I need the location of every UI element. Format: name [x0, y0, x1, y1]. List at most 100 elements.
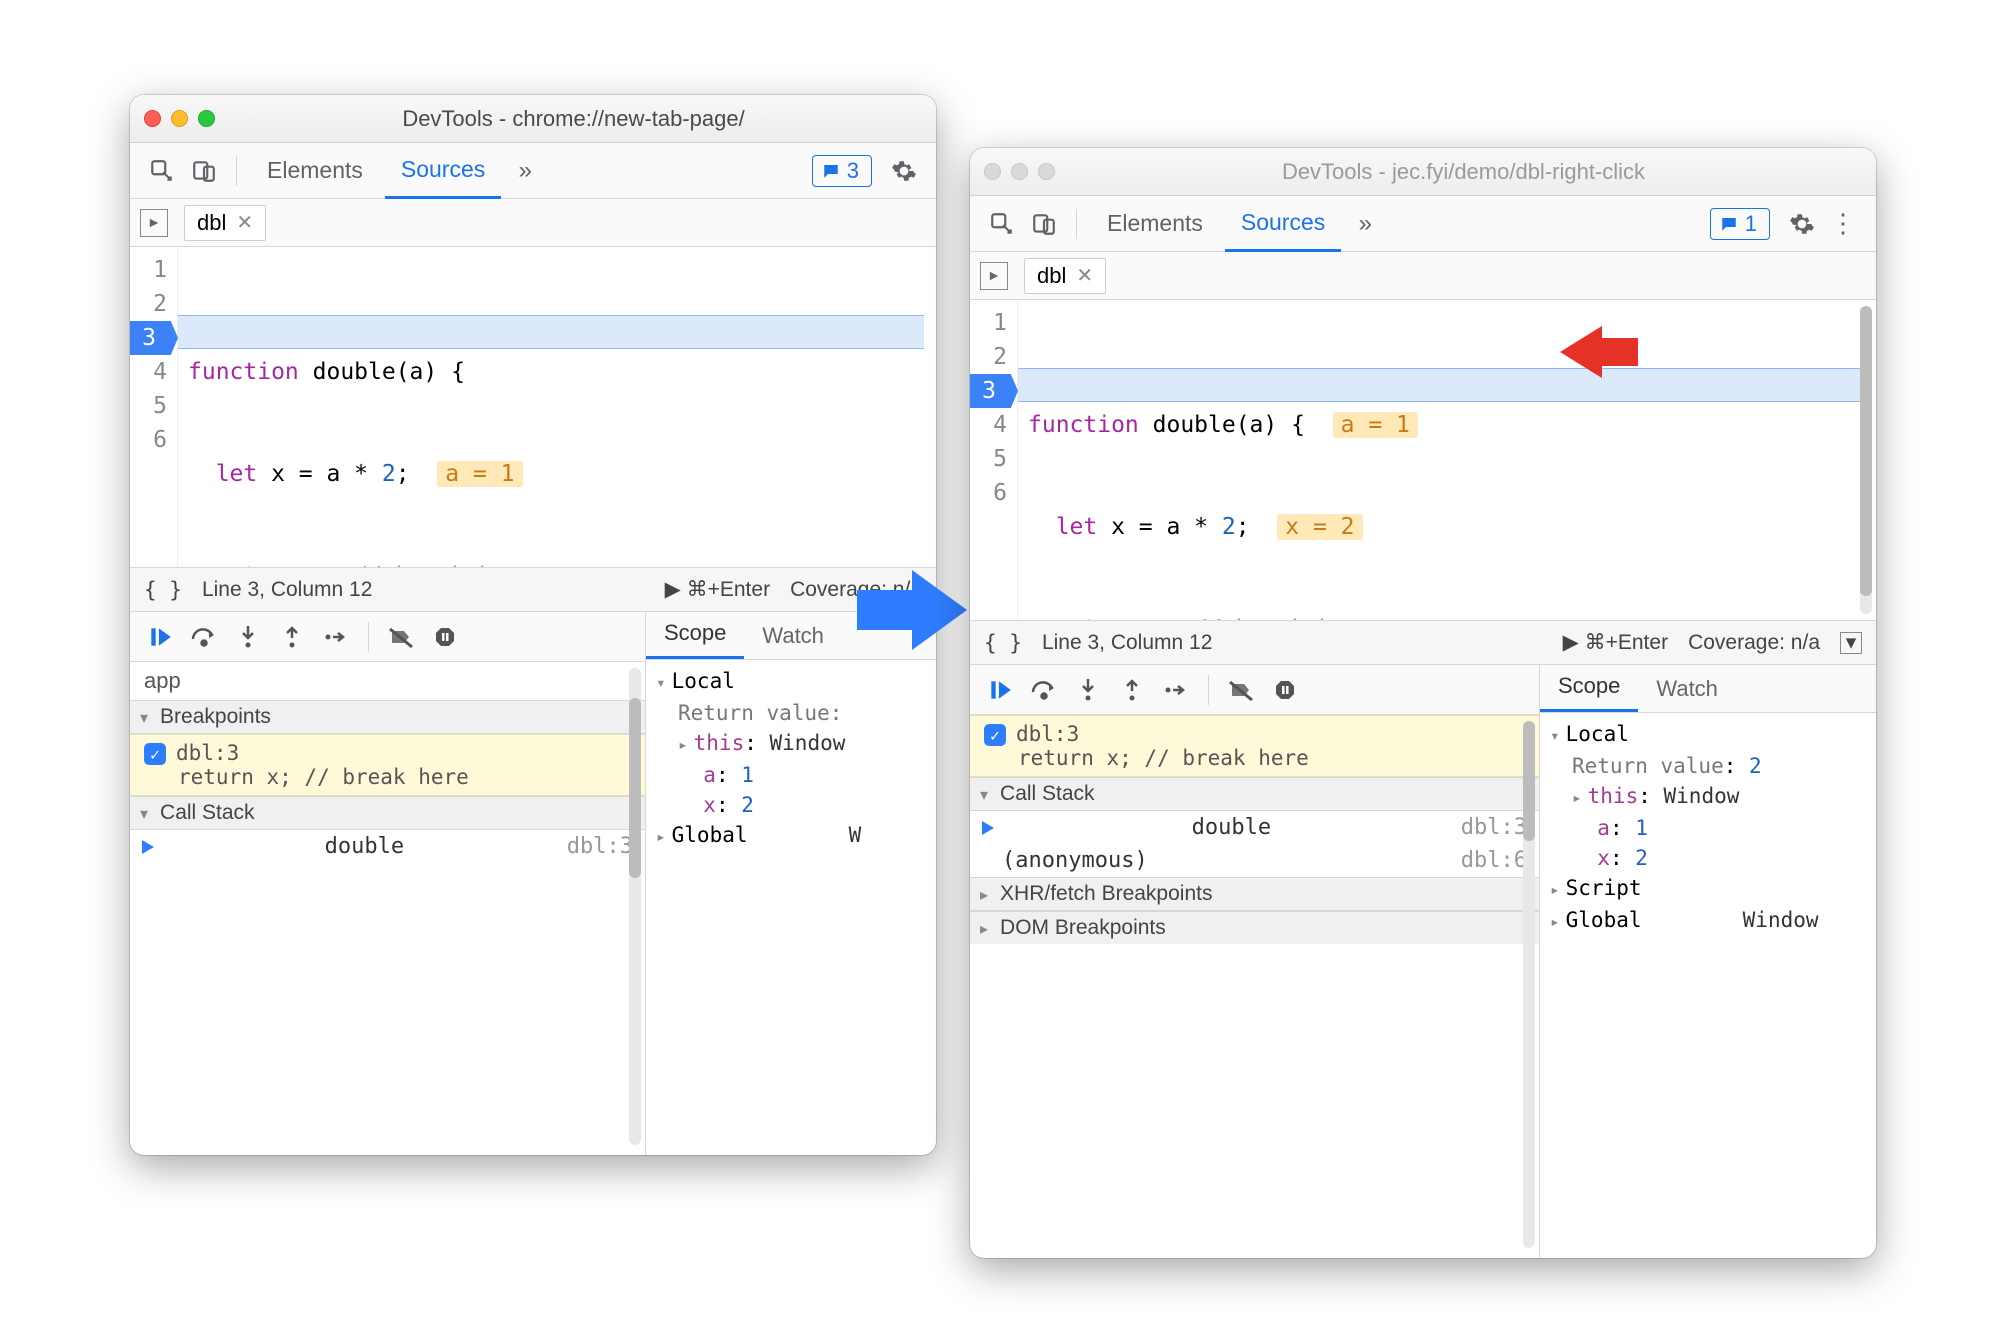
- sidebar-toggle-icon[interactable]: ▾: [1840, 632, 1862, 654]
- scope-local[interactable]: Local: [656, 666, 926, 698]
- tab-watch[interactable]: Watch: [1638, 676, 1736, 712]
- navigator-toggle-icon[interactable]: [980, 262, 1008, 290]
- breakpoints-header[interactable]: Breakpoints: [130, 700, 645, 734]
- zoom-window-button[interactable]: [198, 110, 215, 127]
- inline-value-a: a = 1: [437, 461, 522, 487]
- navigator-toggle-icon[interactable]: [140, 209, 168, 237]
- breakpoint-marker[interactable]: 3: [130, 321, 178, 355]
- line-number: 4: [974, 408, 1007, 442]
- close-window-button[interactable]: [984, 163, 1001, 180]
- gear-icon[interactable]: [886, 153, 922, 189]
- scope-var-x: x: 2: [678, 790, 926, 820]
- checkbox-checked-icon[interactable]: ✓: [144, 743, 166, 765]
- zoom-window-button[interactable]: [1038, 163, 1055, 180]
- call-stack-frame[interactable]: double dbl:3: [130, 830, 645, 863]
- pause-exceptions-icon[interactable]: [1265, 670, 1305, 710]
- tab-sources[interactable]: Sources: [385, 143, 501, 199]
- step-out-icon[interactable]: [272, 617, 312, 657]
- scope-this[interactable]: this: Window: [1572, 781, 1866, 813]
- file-tabbar: dbl ✕: [970, 252, 1876, 300]
- run-snippet[interactable]: ▶ ⌘+Enter: [1563, 630, 1668, 655]
- braces-icon[interactable]: { }: [984, 631, 1022, 655]
- scope-var-a: a: 1: [678, 760, 926, 790]
- traffic-lights: [984, 163, 1055, 180]
- step-over-icon[interactable]: [184, 617, 224, 657]
- code-editor[interactable]: 1 2 3 3 4 5 6 function double(a) { a = 1…: [970, 300, 1876, 620]
- scope-tabbar: Scope Watch: [1540, 665, 1876, 713]
- breakpoint-item[interactable]: ✓dbl:3 return x; // break here: [970, 715, 1539, 777]
- tab-scope[interactable]: Scope: [1540, 673, 1638, 712]
- separator: [1208, 675, 1209, 705]
- gear-icon[interactable]: [1784, 206, 1820, 242]
- inline-value-x: x = 2: [1277, 514, 1362, 540]
- editor-statusbar: { } Line 3, Column 12 ▶ ⌘+Enter Coverage…: [970, 620, 1876, 664]
- kebab-menu-icon[interactable]: ⋮: [1826, 206, 1862, 242]
- scope-tree[interactable]: Local Return value: this: Window a: 1 x:…: [646, 660, 936, 858]
- tab-elements[interactable]: Elements: [251, 143, 379, 199]
- tab-sources[interactable]: Sources: [1225, 196, 1341, 252]
- step-over-icon[interactable]: [1024, 670, 1064, 710]
- breakpoint-item[interactable]: ✓dbl:3 return x; // break here: [130, 734, 645, 796]
- line-gutter: 1 2 3 3 4 5 6: [130, 247, 178, 567]
- file-tab-dbl[interactable]: dbl ✕: [184, 205, 266, 241]
- tab-elements[interactable]: Elements: [1091, 196, 1219, 252]
- run-snippet[interactable]: ▶ ⌘+Enter: [665, 577, 770, 602]
- scope-var-x: x: 2: [1572, 843, 1866, 873]
- inspect-icon[interactable]: [984, 206, 1020, 242]
- close-icon[interactable]: ✕: [236, 210, 253, 235]
- tab-watch[interactable]: Watch: [744, 623, 842, 659]
- scope-return-value: Return value: 2: [1572, 751, 1866, 781]
- scope-this[interactable]: this: Window: [678, 728, 926, 760]
- minimize-window-button[interactable]: [1011, 163, 1028, 180]
- resume-icon[interactable]: [980, 670, 1020, 710]
- issues-count: 3: [847, 158, 859, 184]
- file-tab-dbl[interactable]: dbl ✕: [1024, 258, 1106, 294]
- scope-panel: Scope Watch Local Return value: this: Wi…: [646, 612, 936, 1155]
- code-editor[interactable]: 1 2 3 3 4 5 6 function double(a) { let x…: [130, 247, 936, 567]
- call-stack-header[interactable]: Call Stack: [130, 796, 645, 830]
- device-toggle-icon[interactable]: [186, 153, 222, 189]
- pause-exceptions-icon[interactable]: [425, 617, 465, 657]
- minimize-window-button[interactable]: [171, 110, 188, 127]
- line-number: 5: [134, 389, 167, 423]
- call-stack-header[interactable]: Call Stack: [970, 777, 1539, 811]
- debugger-pane: app Breakpoints ✓dbl:3 return x; // brea…: [130, 611, 936, 1155]
- device-toggle-icon[interactable]: [1026, 206, 1062, 242]
- more-tabs-icon[interactable]: »: [1347, 206, 1383, 242]
- call-stack-frame[interactable]: double dbl:3: [970, 811, 1539, 844]
- issues-badge[interactable]: 1: [1710, 208, 1770, 240]
- scope-script[interactable]: Script: [1550, 873, 1866, 905]
- scrollbar[interactable]: [1860, 306, 1872, 614]
- inspect-icon[interactable]: [144, 153, 180, 189]
- breakpoint-marker[interactable]: 3: [970, 374, 1018, 408]
- close-icon[interactable]: ✕: [1076, 263, 1093, 288]
- step-into-icon[interactable]: [1068, 670, 1108, 710]
- step-icon[interactable]: [1156, 670, 1196, 710]
- line-number: 4: [134, 355, 167, 389]
- scrollbar[interactable]: [629, 668, 641, 1145]
- issues-badge[interactable]: 3: [812, 155, 872, 187]
- dom-breakpoints-header[interactable]: DOM Breakpoints: [970, 911, 1539, 944]
- code-area[interactable]: function double(a) { let x = a * 2; a = …: [178, 247, 936, 567]
- close-window-button[interactable]: [144, 110, 161, 127]
- braces-icon[interactable]: { }: [144, 578, 182, 602]
- step-out-icon[interactable]: [1112, 670, 1152, 710]
- line-number: 2: [974, 340, 1007, 374]
- more-tabs-icon[interactable]: »: [507, 153, 543, 189]
- step-into-icon[interactable]: [228, 617, 268, 657]
- checkbox-checked-icon[interactable]: ✓: [984, 724, 1006, 746]
- code-area[interactable]: function double(a) { a = 1 let x = a * 2…: [1018, 300, 1876, 620]
- step-icon[interactable]: [316, 617, 356, 657]
- tab-scope[interactable]: Scope: [646, 620, 744, 659]
- call-stack-frame[interactable]: (anonymous) dbl:6: [970, 844, 1539, 877]
- xhr-breakpoints-header[interactable]: XHR/fetch Breakpoints: [970, 877, 1539, 911]
- scrollbar[interactable]: [1523, 721, 1535, 1248]
- scope-local[interactable]: Local: [1550, 719, 1866, 751]
- deactivate-breakpoints-icon[interactable]: [1221, 670, 1261, 710]
- deactivate-breakpoints-icon[interactable]: [381, 617, 421, 657]
- item-app[interactable]: app: [130, 662, 645, 700]
- resume-icon[interactable]: [140, 617, 180, 657]
- scope-tree[interactable]: Local Return value: 2 this: Window a: 1 …: [1540, 713, 1876, 943]
- scope-global[interactable]: Global Window: [1550, 905, 1866, 937]
- scope-global[interactable]: Global W: [656, 820, 926, 852]
